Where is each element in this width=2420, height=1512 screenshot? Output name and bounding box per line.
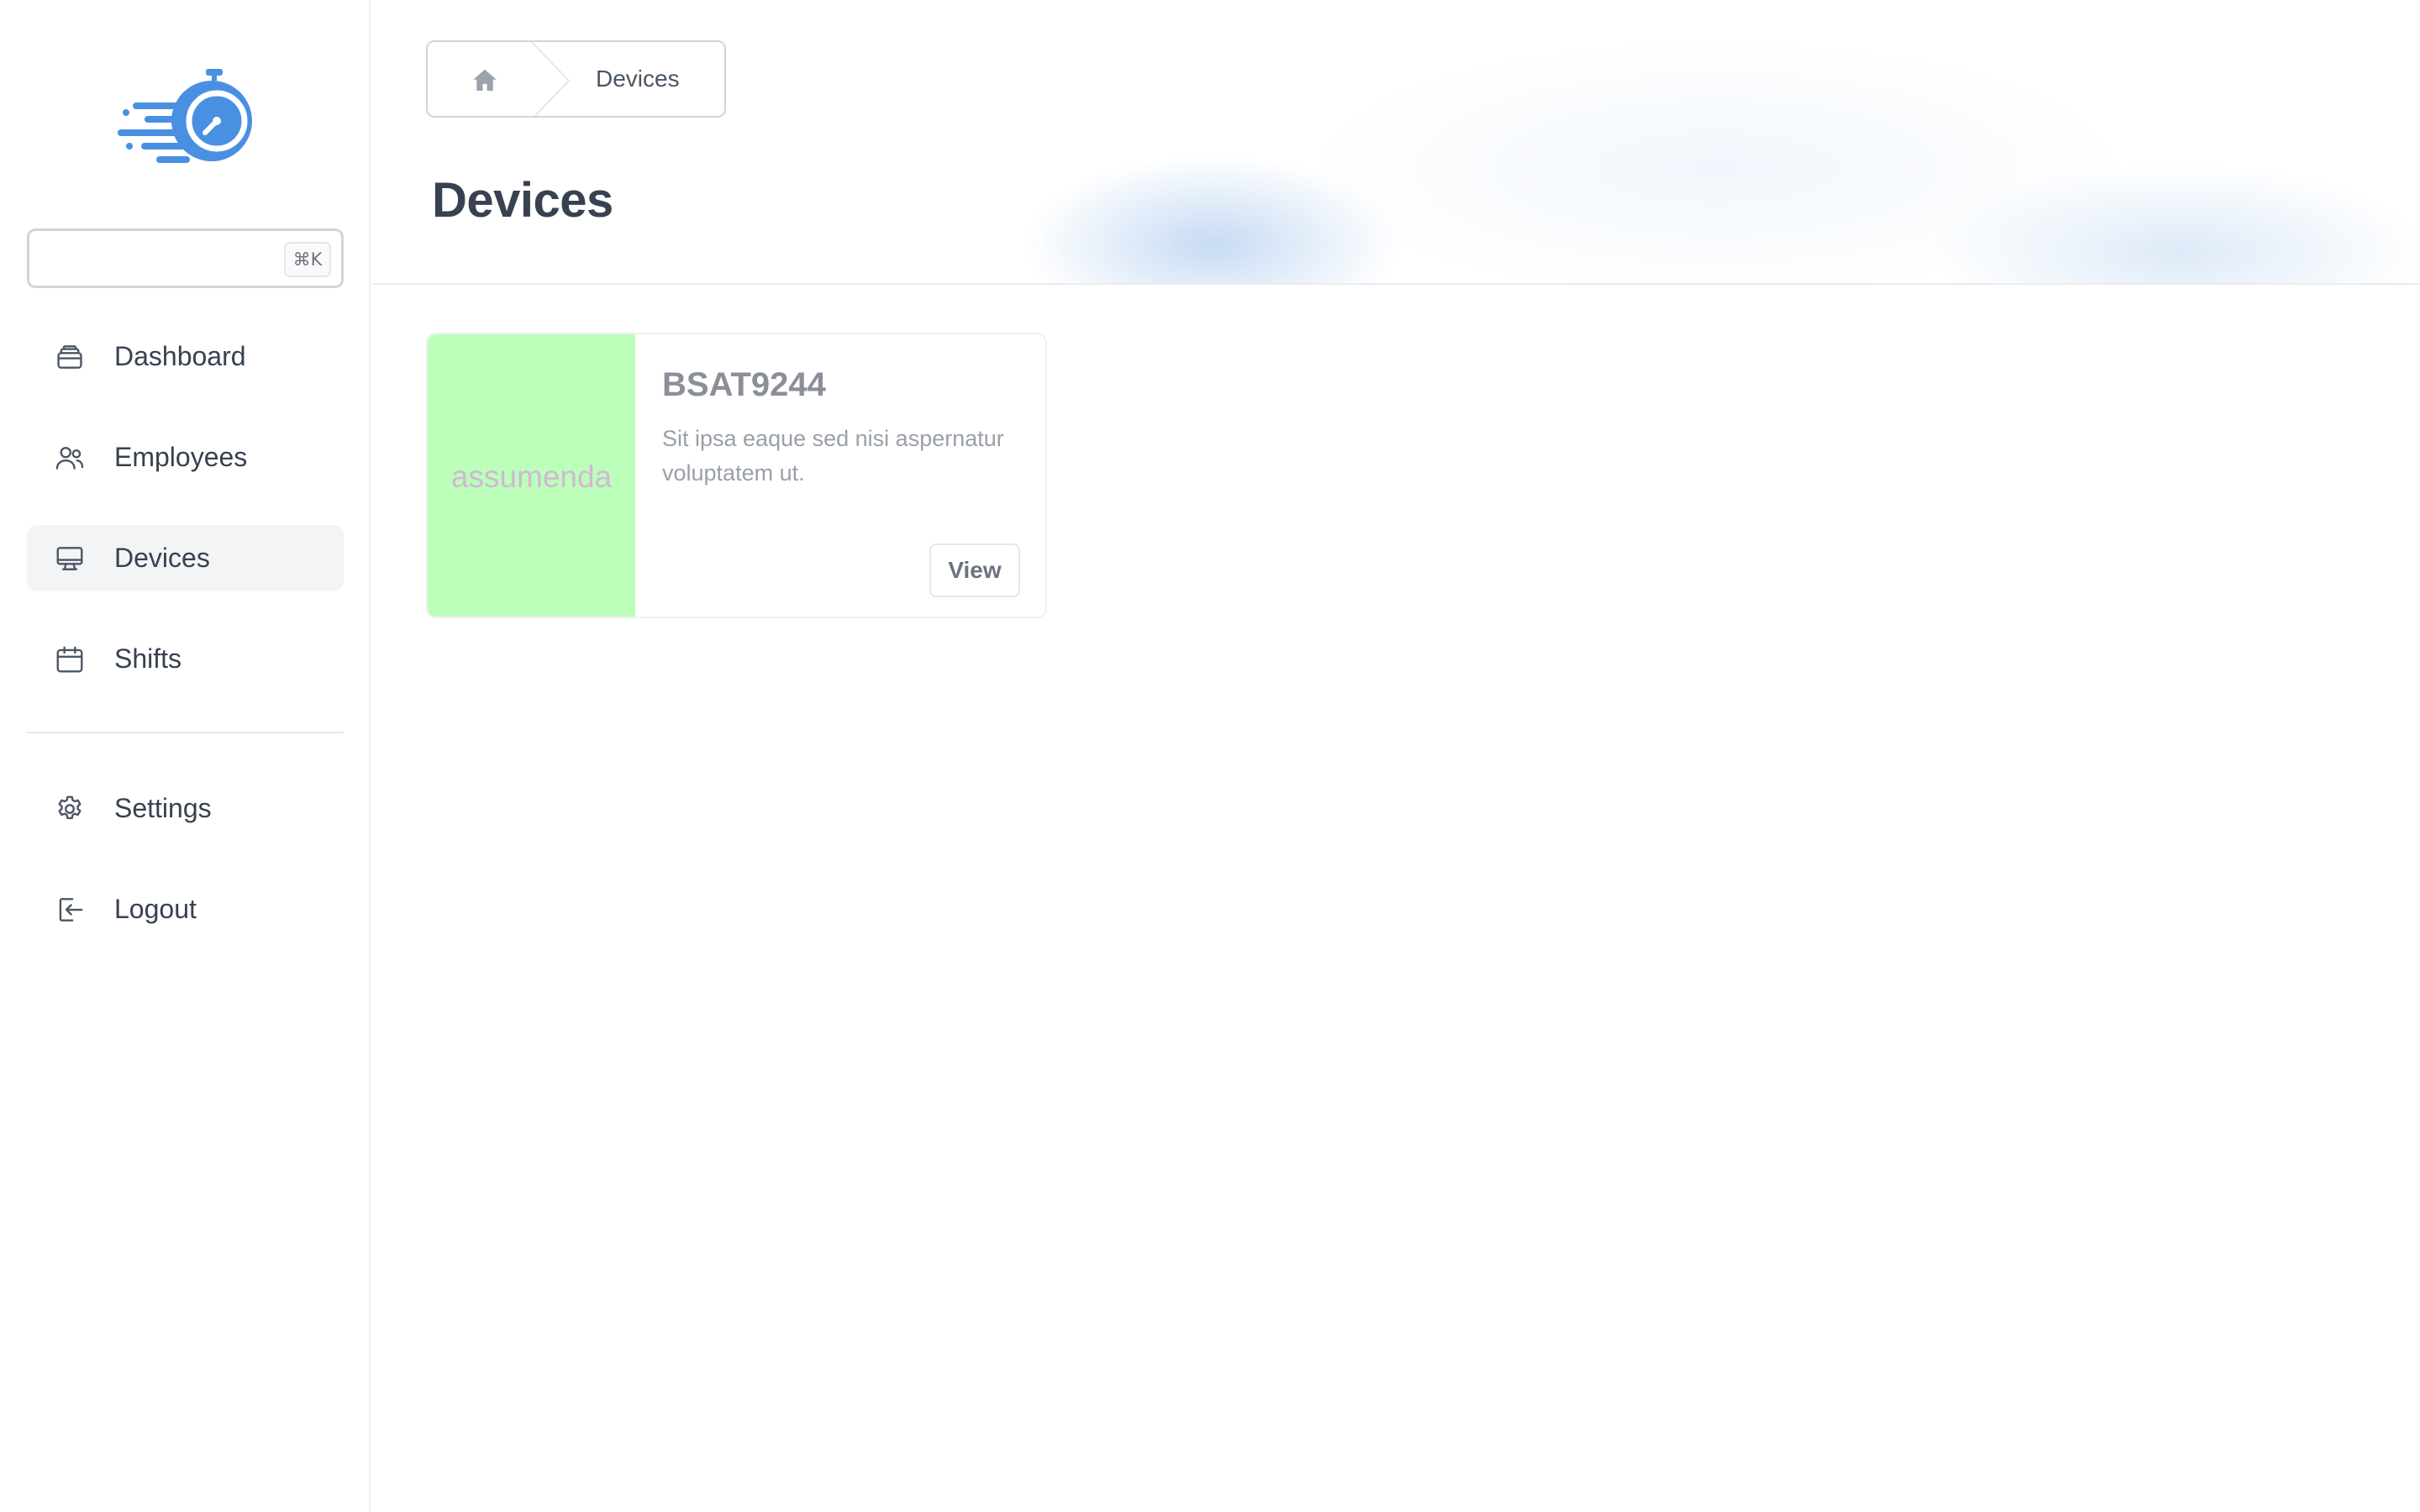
sidebar-item-employees[interactable]: Employees bbox=[27, 424, 344, 491]
sidebar-item-label: Devices bbox=[114, 543, 210, 573]
card-description: Sit ipsa eaque sed nisi aspernatur volup… bbox=[662, 426, 1004, 486]
search-input[interactable]: ⌘K bbox=[27, 228, 344, 288]
page-title: Devices bbox=[432, 173, 613, 228]
card-image-placeholder: assumenda bbox=[428, 334, 635, 617]
users-icon bbox=[54, 442, 86, 474]
sidebar-item-logout[interactable]: Logout bbox=[27, 876, 344, 942]
sidebar-item-label: Employees bbox=[114, 442, 248, 472]
sidebar-item-shifts[interactable]: Shifts bbox=[27, 626, 344, 692]
sidebar: ⌘K Dashboard Employees Devices Shifts Se… bbox=[0, 0, 371, 1512]
sidebar-item-devices[interactable]: Devices bbox=[27, 525, 344, 591]
sidebar-item-label: Shifts bbox=[114, 643, 182, 674]
logout-icon bbox=[54, 894, 86, 926]
breadcrumb-current[interactable]: Devices bbox=[596, 66, 680, 92]
sidebar-item-label: Settings bbox=[114, 793, 212, 823]
sidebar-item-label: Dashboard bbox=[114, 341, 246, 371]
sidebar-item-settings[interactable]: Settings bbox=[27, 775, 344, 842]
breadcrumb: Devices bbox=[426, 40, 726, 118]
view-button[interactable]: View bbox=[929, 543, 1020, 597]
sidebar-divider bbox=[27, 732, 344, 733]
device-card: assumenda BSAT9244 Sit ipsa eaque sed ni… bbox=[426, 333, 1047, 618]
app-root: ⌘K Dashboard Employees Devices Shifts Se… bbox=[0, 0, 2420, 1512]
sidebar-item-label: Logout bbox=[114, 894, 197, 924]
breadcrumb-separator bbox=[530, 42, 572, 116]
card-title: BSAT9244 bbox=[662, 366, 826, 403]
gear-icon bbox=[54, 793, 86, 825]
sidebar-item-dashboard[interactable]: Dashboard bbox=[27, 323, 344, 390]
inbox-stack-icon bbox=[54, 341, 86, 373]
logo-icon[interactable] bbox=[118, 69, 255, 166]
card-media-text: assumenda bbox=[450, 459, 613, 494]
shortcut-badge: ⌘K bbox=[284, 242, 331, 277]
monitor-icon bbox=[54, 543, 86, 575]
calendar-icon bbox=[54, 643, 86, 675]
home-icon[interactable] bbox=[470, 66, 500, 96]
